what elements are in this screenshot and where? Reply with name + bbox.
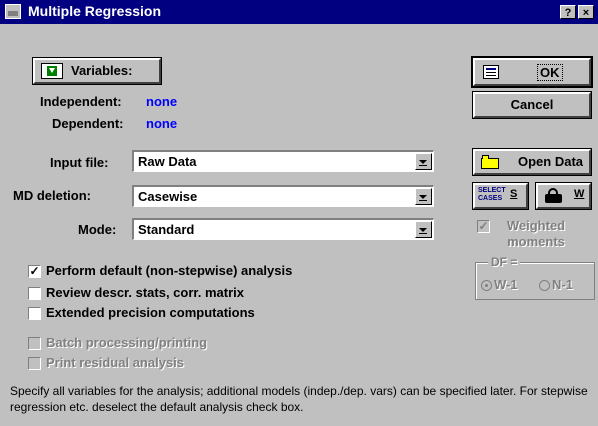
mode-label: Mode: bbox=[78, 222, 117, 237]
batch-processing-label: Batch processing/printing bbox=[46, 335, 208, 350]
variables-button[interactable]: Variables: bbox=[32, 57, 162, 85]
help-button[interactable]: ? bbox=[560, 5, 576, 19]
input-file-select[interactable]: Raw Data bbox=[132, 150, 434, 172]
multiple-regression-dialog: Multiple Regression ? × Variables: Indep… bbox=[0, 0, 598, 426]
md-deletion-value: Casewise bbox=[138, 189, 198, 204]
cancel-button[interactable]: Cancel bbox=[472, 91, 592, 119]
weighted-moments-checkbox[interactable]: ✓ bbox=[477, 220, 490, 233]
review-stats-checkbox[interactable] bbox=[28, 287, 41, 300]
ok-label: OK bbox=[537, 64, 563, 81]
open-data-label: Open Data bbox=[517, 154, 583, 169]
independent-value: none bbox=[146, 94, 178, 109]
dependent-label: Dependent: bbox=[52, 116, 124, 131]
app-icon[interactable] bbox=[5, 4, 21, 19]
chevron-down-icon[interactable] bbox=[415, 221, 432, 238]
mode-value: Standard bbox=[138, 222, 195, 237]
variables-label: Variables: bbox=[71, 63, 133, 78]
dependent-value: none bbox=[146, 116, 178, 131]
calculator-icon bbox=[483, 65, 499, 79]
chevron-down-icon[interactable] bbox=[415, 153, 432, 170]
df-option-w1: W-1 bbox=[494, 277, 518, 292]
select-cases-button[interactable]: SELECT CASES S bbox=[472, 182, 529, 210]
df-radio-n1[interactable] bbox=[539, 280, 550, 291]
select-cases-key: S bbox=[510, 188, 518, 200]
ok-button[interactable]: OK bbox=[471, 56, 593, 88]
default-analysis-label: Perform default (non-stepwise) analysis bbox=[46, 263, 293, 278]
extended-precision-label: Extended precision computations bbox=[46, 305, 255, 320]
weight-button[interactable]: W bbox=[535, 182, 592, 210]
select-cases-icon: SELECT CASES bbox=[478, 187, 506, 202]
input-file-label: Input file: bbox=[50, 155, 109, 170]
batch-processing-checkbox[interactable] bbox=[28, 337, 41, 350]
print-residual-label: Print residual analysis bbox=[46, 355, 185, 370]
default-analysis-checkbox[interactable]: ✓ bbox=[28, 265, 41, 278]
close-button[interactable]: × bbox=[578, 5, 594, 19]
df-option-n1: N-1 bbox=[552, 277, 573, 292]
df-radio-w1[interactable] bbox=[481, 280, 492, 291]
independent-label: Independent: bbox=[40, 94, 122, 109]
input-file-value: Raw Data bbox=[138, 154, 197, 169]
folder-icon bbox=[481, 155, 501, 170]
weight-icon bbox=[544, 188, 564, 204]
md-deletion-select[interactable]: Casewise bbox=[132, 185, 434, 207]
mode-select[interactable]: Standard bbox=[132, 218, 434, 240]
weight-key: W bbox=[574, 188, 585, 200]
open-data-button[interactable]: Open Data bbox=[472, 148, 592, 176]
title-bar[interactable]: Multiple Regression ? × bbox=[0, 0, 598, 24]
print-residual-checkbox[interactable] bbox=[28, 357, 41, 370]
chevron-down-icon[interactable] bbox=[415, 188, 432, 205]
review-stats-label: Review descr. stats, corr. matrix bbox=[46, 285, 244, 300]
weighted-moments-label: Weighted moments bbox=[506, 218, 566, 249]
variables-icon bbox=[41, 63, 63, 79]
window-title: Multiple Regression bbox=[28, 3, 162, 19]
df-label: DF = bbox=[488, 255, 521, 269]
extended-precision-checkbox[interactable] bbox=[28, 307, 41, 320]
status-text: Specify all variables for the analysis; … bbox=[10, 384, 588, 414]
md-deletion-label: MD deletion: bbox=[13, 188, 91, 203]
